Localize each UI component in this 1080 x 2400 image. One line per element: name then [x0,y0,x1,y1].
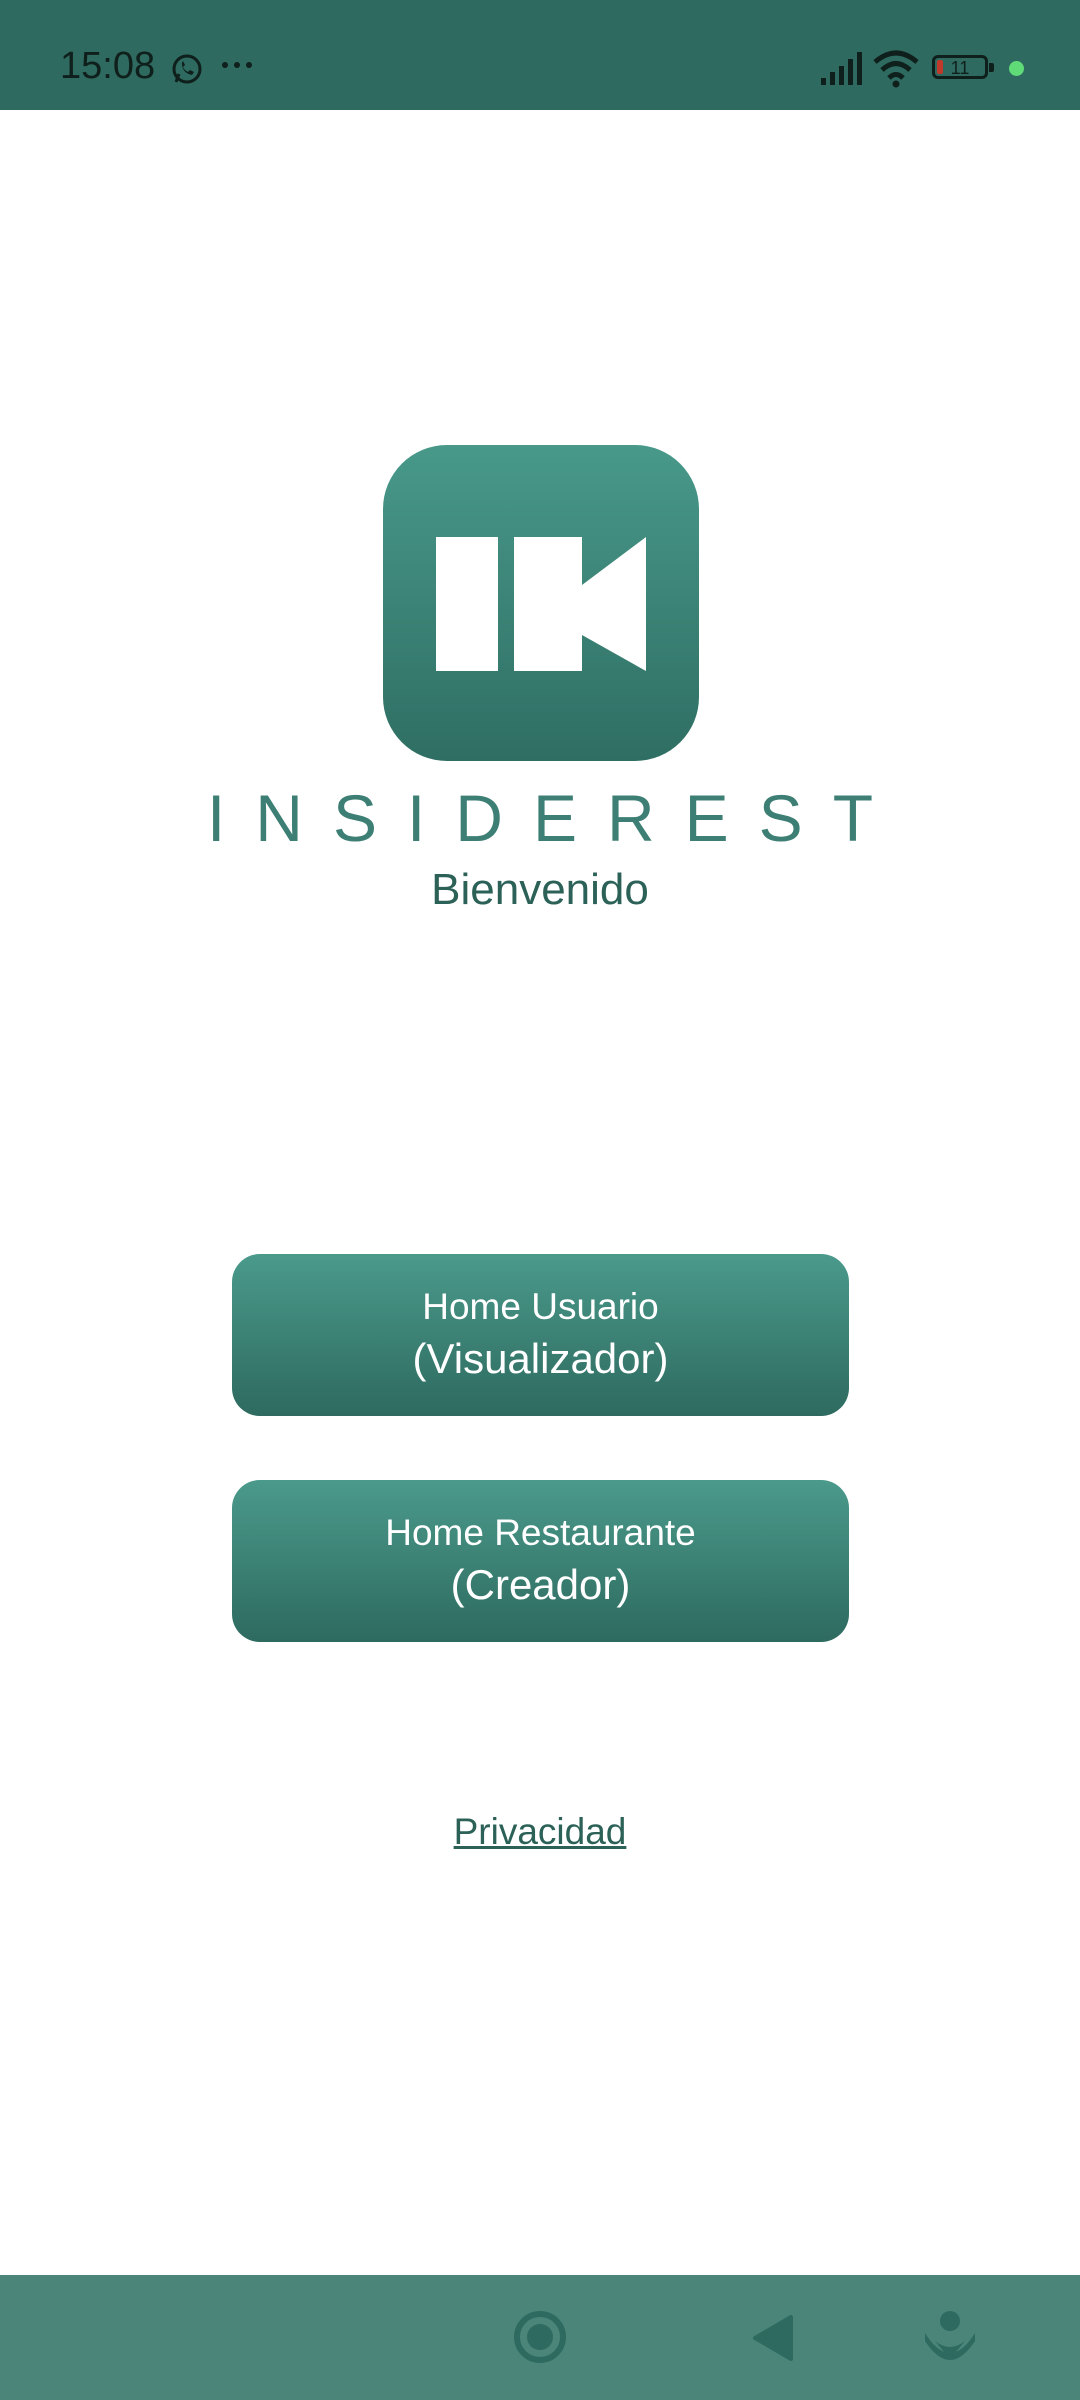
battery-icon: 11 [932,55,994,79]
back-button[interactable] [713,2275,833,2400]
assistant-button[interactable] [890,2275,1010,2400]
navigation-bar [0,2275,1080,2400]
recent-apps-button[interactable] [245,2275,365,2400]
home-button[interactable] [480,2275,600,2400]
wifi-icon [873,50,919,88]
green-dot-indicator [1009,61,1024,76]
welcome-text: Bienvenido [431,865,649,914]
button-sublabel: (Creador) [450,1561,631,1608]
recent-apps-icon [245,2275,365,2400]
brand-name: INSIDEREST [206,781,904,855]
more-dots-icon [222,62,252,68]
home-usuario-button[interactable]: Home Usuario (Visualizador) [232,1254,849,1416]
status-bar: 15:08 11 [0,0,1080,110]
assistant-icon [925,2311,975,2360]
button-label: Home Usuario [422,1286,659,1327]
home-restaurante-button[interactable]: Home Restaurante (Creador) [232,1480,849,1642]
button-label: Home Restaurante [385,1512,696,1553]
app-logo [383,445,699,761]
button-sublabel: (Visualizador) [412,1335,669,1382]
battery-level: 11 [950,58,970,78]
home-icon [514,2311,566,2363]
status-time: 15:08 [60,45,156,87]
whatsapp-icon [172,54,202,84]
back-icon [753,2315,793,2361]
privacy-link[interactable]: Privacidad [0,1808,1080,1856]
in-logo-icon [436,537,646,671]
signal-icon [821,52,862,85]
